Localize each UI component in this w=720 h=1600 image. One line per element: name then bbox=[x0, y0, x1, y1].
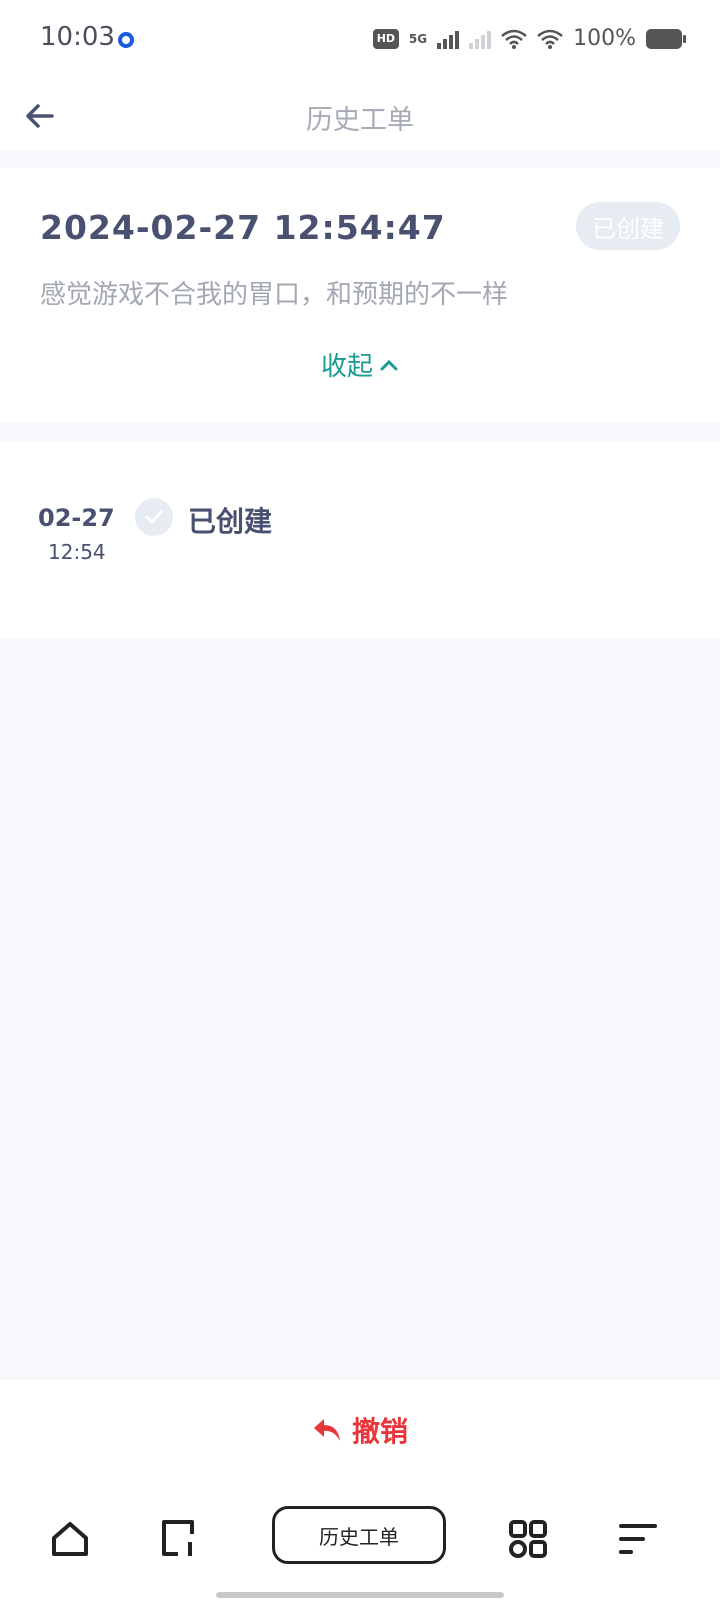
hd-icon: HD bbox=[372, 28, 399, 49]
undo-label: 撤销 bbox=[351, 1415, 408, 1448]
wifi-2-icon bbox=[537, 29, 563, 49]
signal-icon bbox=[437, 29, 460, 49]
bottom-bar: 撤销 历史工单 bbox=[0, 1380, 720, 1600]
ticket-datetime: 2024-02-27 12:54:47 bbox=[40, 208, 446, 247]
notification-dot-icon bbox=[118, 32, 134, 48]
undo-button[interactable]: 撤销 bbox=[0, 1410, 720, 1450]
page-title: 历史工单 bbox=[306, 105, 414, 136]
signal-2-icon bbox=[469, 29, 492, 49]
ticket-description: 感觉游戏不合我的胃口，和预期的不一样 bbox=[40, 280, 509, 310]
network-label: 5G bbox=[408, 31, 428, 46]
home-indicator[interactable] bbox=[216, 1592, 504, 1598]
app-header: 历史工单 bbox=[0, 80, 720, 150]
chevron-up-icon bbox=[380, 359, 398, 370]
battery-icon bbox=[646, 28, 686, 49]
apps-grid-button[interactable] bbox=[506, 1504, 550, 1574]
history-tickets-tab[interactable]: 历史工单 bbox=[272, 1506, 446, 1564]
status-badge: 已创建 bbox=[576, 202, 680, 250]
ticket-card: 2024-02-27 12:54:47 已创建 感觉游戏不合我的胃口，和预期的不… bbox=[0, 168, 720, 422]
collapse-toggle[interactable]: 收起 bbox=[0, 346, 720, 383]
timeline-state: 已创建 bbox=[188, 505, 273, 538]
menu-button[interactable] bbox=[616, 1504, 660, 1574]
home-nav-button[interactable] bbox=[48, 1504, 92, 1574]
wifi-icon bbox=[501, 29, 527, 49]
check-icon bbox=[135, 498, 173, 536]
system-nav: 历史工单 bbox=[0, 1504, 720, 1574]
timeline-time: 12:54 bbox=[48, 540, 106, 564]
timeline-date: 02-27 bbox=[38, 504, 115, 532]
collapse-label: 收起 bbox=[320, 352, 373, 382]
battery-label: 100% bbox=[573, 26, 636, 51]
status-bar: 10:03 HD 5G 100% bbox=[0, 0, 720, 80]
recents-icon bbox=[162, 1520, 194, 1556]
status-icons: HD 5G 100% bbox=[372, 26, 686, 51]
timeline-card: 02-27 12:54 已创建 bbox=[0, 442, 720, 638]
undo-arrow-icon bbox=[313, 1419, 340, 1441]
menu-lines-icon bbox=[619, 1524, 657, 1554]
status-time: 10:03 bbox=[40, 22, 115, 52]
home-icon bbox=[52, 1522, 88, 1556]
grid-icon bbox=[509, 1520, 547, 1558]
recent-apps-button[interactable] bbox=[158, 1504, 202, 1574]
